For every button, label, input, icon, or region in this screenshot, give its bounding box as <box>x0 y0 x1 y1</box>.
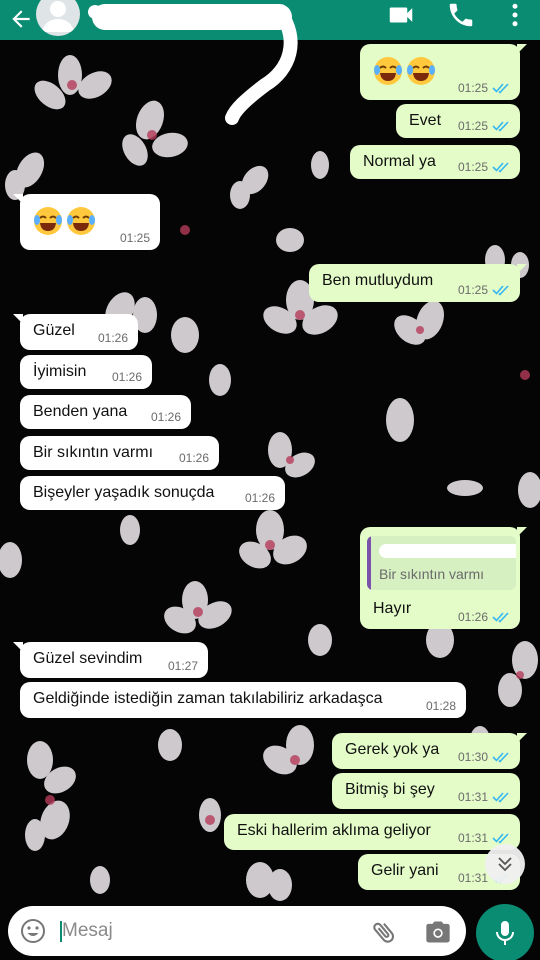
message-bubble-out[interactable]: Eski hallerim aklıma geliyor 01:31 <box>224 814 520 850</box>
message-bubble-out[interactable]: 01:25 <box>360 44 527 100</box>
message-text: Gerek yok ya <box>345 741 440 758</box>
avatar[interactable] <box>36 0 80 36</box>
message-text: Bitmiş bi şey <box>345 781 435 798</box>
message-time: 01:27 <box>167 659 198 673</box>
camera-icon[interactable] <box>424 918 452 946</box>
message-time: 01:26 <box>457 610 488 624</box>
message-text: Ben mutluydum <box>322 272 434 289</box>
message-bubble-in[interactable]: Güzel 01:26 <box>13 314 138 350</box>
message-text: Evet <box>409 112 442 129</box>
double-check-icon <box>492 121 509 132</box>
message-composer <box>8 906 466 956</box>
message-bubble-in[interactable]: Bir sıkıntın varmı 01:26 <box>20 436 219 470</box>
voice-record-button[interactable] <box>476 904 534 960</box>
message-bubble-out[interactable]: Normal ya 01:25 <box>350 145 520 179</box>
emoji-icon[interactable] <box>20 918 46 944</box>
message-time: 01:26 <box>97 331 128 345</box>
message-text: İyimisin <box>33 363 87 380</box>
message-text: Benden yana <box>33 403 128 420</box>
message-text: Hayır <box>373 600 412 617</box>
message-text: Geldiğinde istediğin zaman takılabiliriz… <box>33 690 383 707</box>
message-time: 01:31 <box>457 831 488 845</box>
message-bubble-in[interactable]: Güzel sevindim 01:27 <box>13 642 208 678</box>
chat-header <box>0 0 540 40</box>
contact-name[interactable] <box>92 4 292 30</box>
message-bubble-out[interactable]: Ben mutluydum 01:25 <box>309 264 527 302</box>
laughing-emoji-icon <box>34 207 62 235</box>
message-text: Güzel <box>33 322 75 339</box>
message-text: Normal ya <box>363 153 436 170</box>
message-bubble-in[interactable]: 01:25 <box>13 194 160 250</box>
laughing-emoji-icon <box>67 207 95 235</box>
message-text: Eski hallerim aklıma geliyor <box>237 822 431 839</box>
more-vert-icon[interactable] <box>500 0 530 30</box>
message-bubble-reply[interactable]: Bir sıkıntın varmı Hayır 01:26 <box>360 527 527 629</box>
double-check-icon <box>492 612 509 623</box>
mic-icon <box>496 921 514 945</box>
message-time: 01:25 <box>457 119 488 133</box>
quoted-author-redacted <box>379 544 516 558</box>
message-bubble-out[interactable]: Gerek yok ya 01:30 <box>332 733 527 769</box>
message-text: Bişeyler yaşadık sonuçda <box>33 484 215 501</box>
message-input[interactable] <box>62 914 342 948</box>
message-time: 01:26 <box>150 410 181 424</box>
double-check-icon <box>492 833 509 844</box>
default-avatar-icon <box>42 1 74 32</box>
message-bubble-in[interactable]: Bişeyler yaşadık sonuçda 01:26 <box>20 476 285 510</box>
message-time: 01:25 <box>457 283 488 297</box>
quote-accent-bar <box>367 536 371 590</box>
double-check-icon <box>492 752 509 763</box>
quoted-text: Bir sıkıntın varmı <box>379 566 485 582</box>
double-check-icon <box>492 83 509 94</box>
message-time: 01:25 <box>457 81 488 95</box>
laughing-emoji-icon <box>407 57 435 85</box>
message-time: 01:25 <box>119 231 150 245</box>
message-time: 01:26 <box>244 491 275 505</box>
message-time: 01:26 <box>178 451 209 465</box>
message-time: 01:30 <box>457 750 488 764</box>
message-bubble-in[interactable]: Benden yana 01:26 <box>20 395 191 429</box>
double-check-icon <box>492 285 509 296</box>
message-text: Bir sıkıntın varmı <box>33 444 154 461</box>
double-check-icon <box>492 792 509 803</box>
message-text: Gelir yani <box>371 862 439 879</box>
laughing-emoji-icon <box>374 57 402 85</box>
message-time: 01:26 <box>111 370 142 384</box>
phone-icon[interactable] <box>446 0 476 30</box>
quoted-message[interactable]: Bir sıkıntın varmı <box>367 536 516 590</box>
attach-icon[interactable] <box>370 918 398 946</box>
message-time: 01:31 <box>457 871 488 885</box>
message-text <box>33 206 99 236</box>
back-arrow-icon[interactable] <box>8 6 34 32</box>
message-time: 01:25 <box>457 160 488 174</box>
message-text <box>373 56 439 86</box>
message-bubble-out[interactable]: Bitmiş bi şey 01:31 <box>332 773 520 809</box>
scroll-down-button[interactable] <box>485 844 525 884</box>
message-time: 01:28 <box>425 699 456 713</box>
message-bubble-in[interactable]: İyimisin 01:26 <box>20 355 152 389</box>
scroll-down-icon <box>498 857 512 872</box>
message-bubble-out[interactable]: Evet 01:25 <box>396 104 520 138</box>
message-bubble-in[interactable]: Geldiğinde istediğin zaman takılabiliriz… <box>20 682 466 718</box>
message-time: 01:31 <box>457 790 488 804</box>
message-text: Güzel sevindim <box>33 650 143 667</box>
double-check-icon <box>492 162 509 173</box>
video-call-icon[interactable] <box>386 0 416 30</box>
